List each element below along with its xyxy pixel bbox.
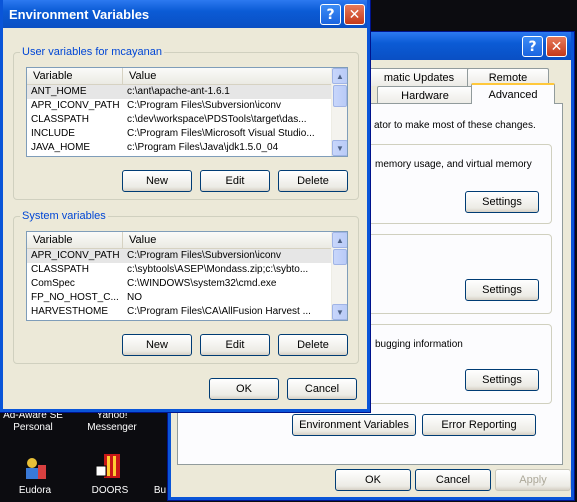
close-icon[interactable]: ✕ xyxy=(344,4,365,25)
doors-icon[interactable] xyxy=(95,452,122,478)
scroll-up-icon[interactable]: ▲ xyxy=(332,68,347,84)
eudora-icon[interactable] xyxy=(22,455,48,481)
scroll-down-icon[interactable]: ▼ xyxy=(332,304,347,320)
environment-variables-dialog: Environment Variables ? ✕ User variables… xyxy=(0,0,370,412)
user-list-scrollbar[interactable]: ▲ ▼ xyxy=(331,68,347,156)
list-item[interactable]: HARVESTHOME C:\Program Files\CA\AllFusion… xyxy=(27,305,347,319)
scroll-thumb[interactable] xyxy=(333,85,347,107)
system-cancel-button[interactable]: Cancel xyxy=(415,469,491,491)
admin-note: ator to make most of these changes. xyxy=(374,120,536,131)
user-list-header: Variable Value xyxy=(27,68,347,85)
list-item[interactable]: APR_ICONV_PATH C:\Program Files\Subversio… xyxy=(27,249,347,263)
dialog-cancel-button[interactable]: Cancel xyxy=(287,378,357,400)
desktop-icon-label-adaware[interactable]: Ad-Aware SE Personal xyxy=(2,410,64,434)
list-item[interactable]: FP_NO_HOST_C... NO xyxy=(27,291,347,305)
tab-advanced[interactable]: Advanced xyxy=(471,83,555,104)
tab-automatic-updates[interactable]: matic Updates xyxy=(367,68,471,86)
list-item[interactable]: CLASSPATH c:\dev\workspace\PDSTools\targe… xyxy=(27,113,347,127)
system-list-header: Variable Value xyxy=(27,232,347,249)
system-delete-button[interactable]: Delete xyxy=(278,334,348,356)
system-variables-label: System variables xyxy=(20,210,108,222)
profiles-settings-button[interactable]: Settings xyxy=(465,279,539,301)
user-delete-button[interactable]: Delete xyxy=(278,170,348,192)
desktop-icon-label-doors[interactable]: DOORS xyxy=(86,485,134,497)
user-new-button[interactable]: New xyxy=(122,170,192,192)
list-item[interactable]: ComSpec C:\WINDOWS\system32\cmd.exe xyxy=(27,277,347,291)
list-item[interactable]: APR_ICONV_PATH C:\Program Files\Subversio… xyxy=(27,99,347,113)
column-variable[interactable]: Variable xyxy=(27,68,123,84)
system-apply-button[interactable]: Apply xyxy=(495,469,571,491)
user-variables-list[interactable]: Variable Value ANT_HOME c:\ant\apache-ant… xyxy=(26,67,348,157)
column-value[interactable]: Value xyxy=(123,232,333,248)
help-icon[interactable]: ? xyxy=(320,4,341,25)
column-variable[interactable]: Variable xyxy=(27,232,123,248)
system-ok-button[interactable]: OK xyxy=(335,469,411,491)
user-edit-button[interactable]: Edit xyxy=(200,170,270,192)
system-edit-button[interactable]: Edit xyxy=(200,334,270,356)
performance-description: memory usage, and virtual memory xyxy=(375,159,532,170)
error-reporting-button[interactable]: Error Reporting xyxy=(422,414,536,436)
system-variables-group: System variables Variable Value APR_ICON… xyxy=(13,210,359,364)
desktop-icon-label-yahoo[interactable]: Yahoo! Messenger xyxy=(80,410,144,434)
dialog-title: Environment Variables xyxy=(9,6,150,22)
system-list-scrollbar[interactable]: ▲ ▼ xyxy=(331,232,347,320)
user-variables-group: User variables for mcayanan Variable Val… xyxy=(13,46,359,200)
user-variables-label: User variables for mcayanan xyxy=(20,46,165,58)
column-value[interactable]: Value xyxy=(123,68,333,84)
system-new-button[interactable]: New xyxy=(122,334,192,356)
system-variables-list[interactable]: Variable Value APR_ICONV_PATH C:\Program … xyxy=(26,231,348,321)
scroll-down-icon[interactable]: ▼ xyxy=(332,140,347,156)
scroll-up-icon[interactable]: ▲ xyxy=(332,232,347,248)
desktop-icon-label-eudora[interactable]: Eudora xyxy=(8,485,62,497)
startup-description: bugging information xyxy=(375,339,463,350)
scroll-thumb[interactable] xyxy=(333,249,347,265)
help-icon[interactable]: ? xyxy=(522,36,543,57)
tab-hardware[interactable]: Hardware xyxy=(377,86,473,104)
close-icon[interactable]: ✕ xyxy=(546,36,567,57)
startup-settings-button[interactable]: Settings xyxy=(465,369,539,391)
list-item[interactable]: CLASSPATH c:\sybtools\ASEP\Mondass.zip;c:… xyxy=(27,263,347,277)
desktop-icon-label-bu[interactable]: Bu xyxy=(150,485,170,497)
list-item[interactable]: INCLUDE C:\Program Files\Microsoft Visual… xyxy=(27,127,347,141)
environment-variables-button[interactable]: Environment Variables xyxy=(292,414,416,436)
performance-settings-button[interactable]: Settings xyxy=(465,191,539,213)
environment-variables-titlebar[interactable]: Environment Variables ? ✕ xyxy=(3,0,367,28)
list-item[interactable]: JAVA_HOME c:\Program Files\Java\jdk1.5.0_… xyxy=(27,141,347,155)
list-item[interactable]: ANT_HOME c:\ant\apache-ant-1.6.1 xyxy=(27,85,347,99)
dialog-ok-button[interactable]: OK xyxy=(209,378,279,400)
